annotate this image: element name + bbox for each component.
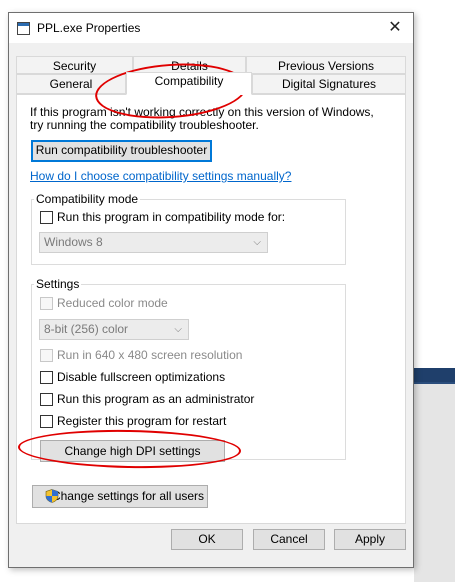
compat-os-select[interactable]: Windows 8 ⌵ — [39, 232, 268, 253]
compat-mode-checkbox[interactable] — [40, 211, 53, 224]
res640-label: Run in 640 x 480 screen resolution — [57, 348, 243, 362]
desktop-background — [414, 0, 455, 582]
uac-shield-icon — [45, 489, 59, 503]
manual-settings-link[interactable]: How do I choose compatibility settings m… — [30, 169, 291, 183]
desktop-band-gray — [414, 382, 455, 582]
fullscreen-opt-label: Disable fullscreen optimizations — [57, 370, 226, 384]
change-all-users-button[interactable]: Change settings for all users — [32, 485, 208, 508]
compat-os-value: Windows 8 — [44, 235, 103, 249]
close-icon[interactable]: ✕ — [385, 17, 405, 37]
chevron-down-icon: ⌵ — [174, 324, 182, 335]
run-as-admin-checkbox[interactable] — [40, 393, 53, 406]
cancel-button[interactable]: Cancel — [253, 529, 325, 550]
window-title: PPL.exe Properties — [37, 21, 141, 35]
color-depth-value: 8-bit (256) color — [44, 322, 129, 336]
compatibility-mode-legend: Compatibility mode — [34, 192, 141, 206]
chevron-down-icon: ⌵ — [253, 237, 261, 248]
tab-previous-versions[interactable]: Previous Versions — [246, 56, 406, 74]
ok-button[interactable]: OK — [171, 529, 243, 550]
change-all-users-label: Change settings for all users — [51, 489, 205, 503]
fullscreen-opt-checkbox[interactable] — [40, 371, 53, 384]
title-bar[interactable]: PPL.exe Properties ✕ — [9, 13, 413, 43]
apply-button[interactable]: Apply — [334, 529, 406, 550]
tab-security[interactable]: Security — [16, 56, 133, 74]
run-troubleshooter-button[interactable]: Run compatibility troubleshooter — [31, 140, 212, 162]
tab-digital-signatures[interactable]: Digital Signatures — [252, 74, 406, 94]
tab-label: Compatibility — [154, 74, 224, 88]
tab-compatibility[interactable]: Compatibility — [126, 72, 252, 95]
tab-label: Security — [52, 59, 97, 73]
app-icon — [17, 22, 30, 35]
settings-legend: Settings — [34, 277, 82, 291]
reduced-color-label: Reduced color mode — [57, 296, 168, 310]
desktop-band-dark — [414, 368, 455, 382]
register-restart-label: Register this program for restart — [57, 414, 227, 428]
intro-line-2: try running the compatibility troublesho… — [30, 118, 259, 132]
color-depth-select[interactable]: 8-bit (256) color ⌵ — [39, 319, 189, 340]
run-as-admin-label: Run this program as an administrator — [57, 392, 255, 406]
tab-label: Previous Versions — [277, 59, 375, 73]
res640-checkbox[interactable] — [40, 349, 53, 362]
compat-mode-label: Run this program in compatibility mode f… — [57, 210, 286, 224]
register-restart-checkbox[interactable] — [40, 415, 53, 428]
tab-label: Digital Signatures — [281, 77, 377, 91]
reduced-color-checkbox[interactable] — [40, 297, 53, 310]
tab-label: General — [49, 77, 93, 91]
desktop-band-line — [414, 382, 455, 384]
